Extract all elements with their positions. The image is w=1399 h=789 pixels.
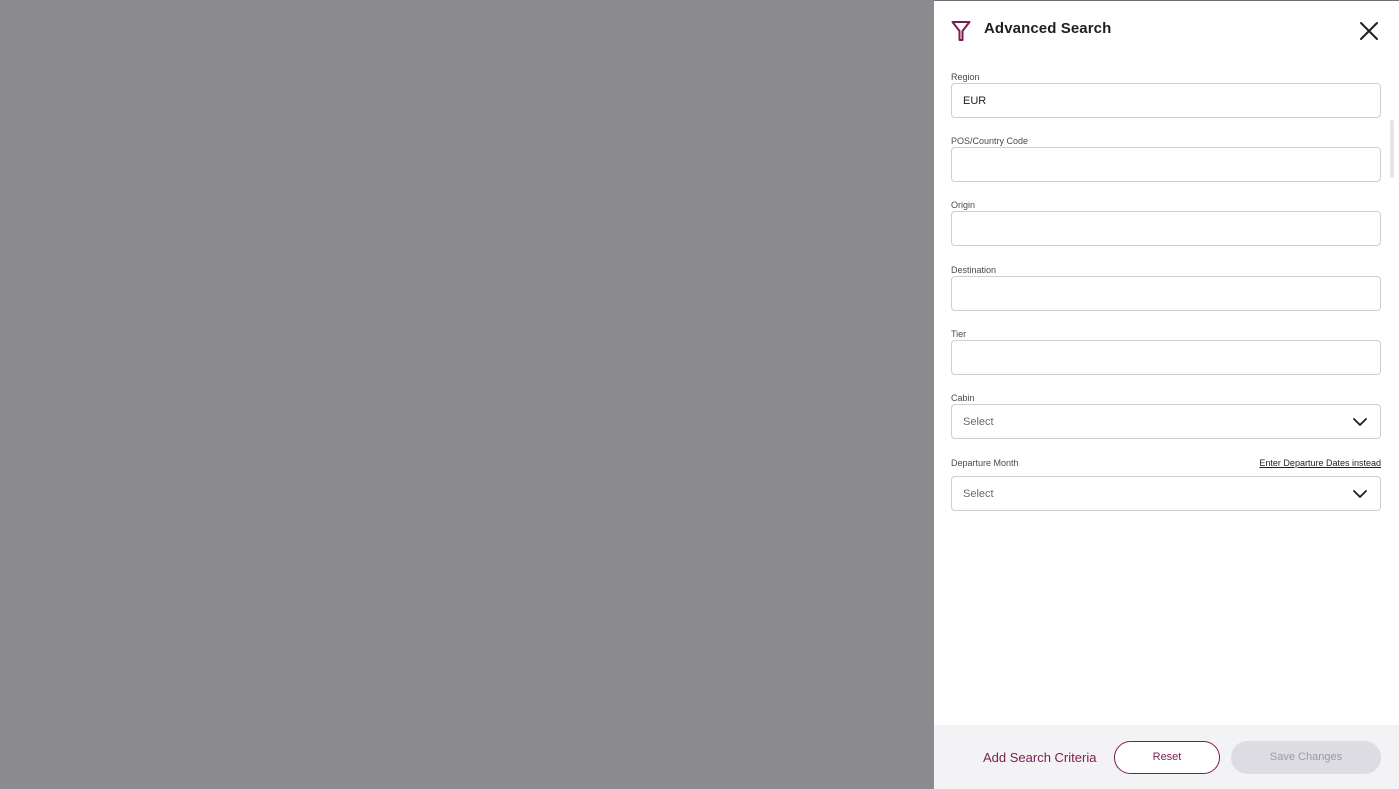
cabin-selected-value: Select [963,416,994,428]
chevron-down-icon [1353,418,1367,426]
destination-input[interactable] [951,276,1381,311]
scrollbar[interactable] [1390,120,1394,178]
region-input[interactable]: EUR [951,83,1381,118]
departure-month-selected-value: Select [963,488,994,500]
add-search-criteria-link[interactable]: Add Search Criteria [983,750,1096,765]
origin-label: Origin [951,200,976,210]
destination-label: Destination [951,265,997,275]
tier-input[interactable] [951,340,1381,375]
origin-input[interactable] [951,211,1381,246]
cabin-select[interactable]: Select [951,404,1381,439]
chevron-down-icon [1353,490,1367,498]
cabin-label: Cabin [951,393,975,403]
modal-backdrop[interactable] [0,0,934,789]
departure-month-select[interactable]: Select [951,476,1381,511]
region-value: EUR [963,95,987,107]
region-label: Region [951,72,980,82]
filter-icon [951,21,971,41]
save-changes-button[interactable]: Save Changes [1231,741,1381,774]
panel-title: Advanced Search [984,20,1112,37]
pos-country-code-label: POS/Country Code [951,136,1029,146]
departure-month-label: Departure Month [951,458,1019,468]
panel-header: Advanced Search [934,1,1399,59]
page: Advanced Search Region EUR POS/Country C… [0,0,1399,789]
advanced-search-panel: Advanced Search Region EUR POS/Country C… [934,1,1399,789]
panel-footer: Add Search Criteria Reset Save Changes [934,725,1399,789]
reset-button[interactable]: Reset [1114,741,1220,774]
enter-departure-dates-link[interactable]: Enter Departure Dates instead [1259,458,1381,468]
tier-label: Tier [951,329,967,339]
close-icon[interactable] [1358,20,1380,42]
pos-country-code-input[interactable] [951,147,1381,182]
